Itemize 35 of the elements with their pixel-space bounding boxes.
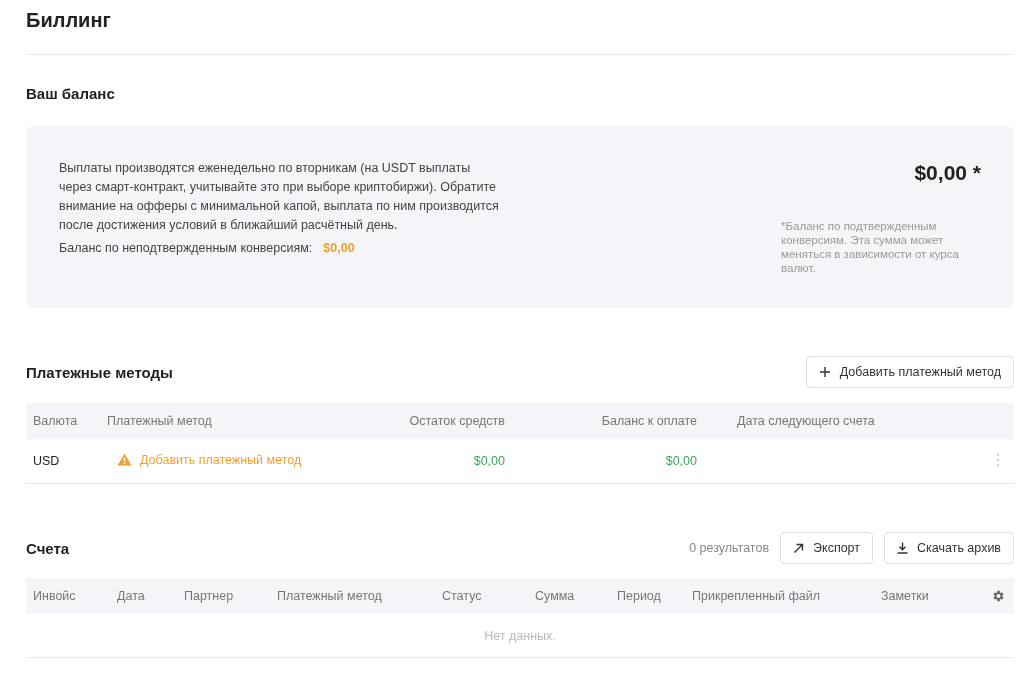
section-heading: Платежные методы bbox=[26, 363, 173, 381]
empty-table-message: Нет данных. bbox=[484, 628, 556, 643]
column-header: Платежный метод bbox=[276, 589, 383, 603]
arrow-up-right-icon bbox=[793, 542, 805, 554]
column-header: Баланс к оплате bbox=[600, 414, 697, 428]
download-icon bbox=[897, 542, 908, 554]
unconfirmed-balance-value: $0,00 bbox=[323, 241, 355, 255]
column-header: Остаток средств bbox=[408, 414, 505, 428]
section-heading: Ваш баланс bbox=[26, 85, 116, 102]
results-count: 0 результатов bbox=[689, 541, 770, 555]
balance-amount: $0,00 * bbox=[913, 161, 981, 185]
column-header: Сумма bbox=[534, 589, 576, 603]
payout-info-text: Выплаты производятся еженедельно по вторникам (на USDT выплаты через смарт-контракт, учитывайте это при выборе криптобиржи). Обратите внимание на офферы с минимальной капой, выплата по ним производится после достижения условий в ближайший расчётный день. bbox=[59, 160, 499, 234]
plus-icon bbox=[818, 366, 831, 378]
section-heading: Счета bbox=[26, 539, 70, 557]
column-header: Статус bbox=[441, 589, 483, 603]
table-cell-text: USD bbox=[32, 454, 61, 468]
unconfirmed-balance-label: Баланс по неподтвержденным конверсиям: bbox=[59, 241, 313, 255]
table-cell-text: $0,00 bbox=[472, 454, 505, 468]
column-header: Период bbox=[616, 589, 662, 603]
balance-note: *Баланс по подтвержденным конверсиям. Эта сумма может меняться в зависимости от курса валют. bbox=[781, 219, 960, 275]
column-header: Платежный метод bbox=[106, 414, 213, 428]
column-header: Заметки bbox=[880, 589, 930, 603]
column-header: Прикрепленный файл bbox=[691, 589, 822, 603]
page-title: Биллинг bbox=[26, 8, 112, 33]
download-archive-button[interactable]: Скачать архив bbox=[884, 532, 1014, 564]
table-cell-text: $0,00 bbox=[664, 454, 697, 468]
warning-icon bbox=[117, 453, 132, 467]
column-header: Партнер bbox=[183, 589, 235, 603]
add-payment-method-button[interactable]: Добавить платежный метод bbox=[805, 356, 1014, 388]
column-header: Инвойс bbox=[32, 589, 77, 603]
column-header: Дата bbox=[116, 589, 146, 603]
column-header: Дата следующего счета bbox=[736, 414, 876, 428]
export-button[interactable]: Экспорт bbox=[780, 532, 873, 564]
column-header: Валюта bbox=[32, 414, 79, 428]
